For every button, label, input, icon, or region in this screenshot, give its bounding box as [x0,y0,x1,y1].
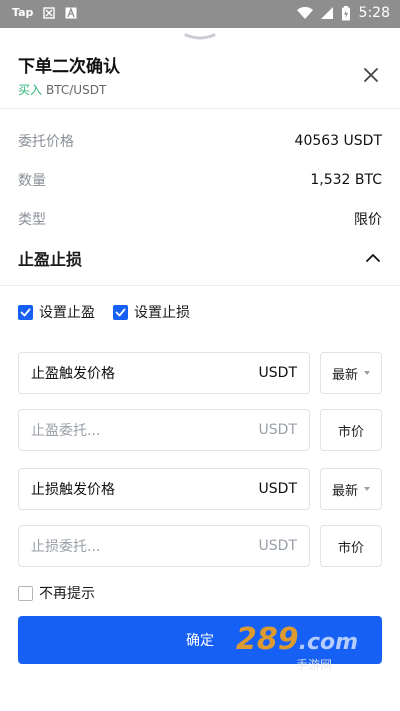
detail-value: 限价 [354,212,382,228]
status-app-label: Tap [12,6,34,19]
watermark-suffix: .com [298,630,359,655]
set-take-profit-checkbox[interactable]: 设置止盈 [18,302,95,322]
detail-label: 数量 [18,173,46,189]
tp-trigger-price-input[interactable]: 止盈触发价格 USDT [18,352,310,394]
detail-value: 40563 USDT [294,133,382,149]
tpsl-checkbox-group: 设置止盈 设置止损 [18,302,190,322]
detail-value: 1,532 BTC [310,172,382,188]
divider [0,285,400,286]
trading-pair: BTC/USDT [46,83,107,97]
tp-market-price-label: 市价 [337,424,364,440]
chevron-up-icon[interactable] [364,249,382,267]
sl-trigger-type-value: 最新 [331,483,358,499]
checkbox-checked-icon[interactable] [113,304,128,320]
close-icon[interactable] [361,65,381,85]
sl-trigger-price-input[interactable]: 止损触发价格 USDT [18,468,310,510]
no-more-prompt-label: 不再提示 [39,586,95,602]
checkbox-unchecked-icon[interactable] [18,585,33,601]
detail-row-price: 委托价格 40563 USDT [18,129,382,153]
tpsl-section-header[interactable]: 止盈止损 [18,246,382,270]
sl-trigger-label: 止损触发价格 [31,482,115,498]
checkbox-checked-icon[interactable] [18,304,33,320]
sl-order-placeholder: 止损委托... [31,539,101,555]
dropdown-arrow-icon [364,487,370,491]
tp-trigger-unit: USDT [258,365,297,381]
sl-trigger-type-select[interactable]: 最新 [320,468,382,510]
sl-trigger-unit: USDT [258,481,297,497]
order-confirm-sheet: 下单二次确认 买入 BTC/USDT 委托价格 40563 USDT 数量 1,5… [0,28,400,711]
order-side-label: 买入 [18,83,43,97]
sl-market-price-button[interactable]: 市价 [320,525,382,567]
watermark-number: 289 [236,622,299,657]
tp-market-price-button[interactable]: 市价 [320,409,382,451]
tp-trigger-type-value: 最新 [331,367,358,383]
drag-handle-icon[interactable] [184,32,216,42]
order-subtitle: 买入 BTC/USDT [18,81,106,98]
signal-icon [320,7,333,19]
no-more-prompt-checkbox[interactable]: 不再提示 [18,583,95,603]
tp-order-unit: USDT [258,422,297,438]
set-stop-loss-checkbox[interactable]: 设置止损 [113,302,190,322]
battery-icon [341,5,350,20]
set-stop-loss-label: 设置止损 [134,305,190,321]
sl-order-unit: USDT [258,538,297,554]
tp-trigger-label: 止盈触发价格 [31,366,115,382]
tp-order-placeholder: 止盈委托... [31,423,101,439]
detail-label: 委托价格 [18,134,74,150]
font-notification-icon [65,6,77,18]
divider [0,108,400,109]
detail-row-type: 类型 限价 [18,207,382,231]
tp-order-price-input[interactable]: 止盈委托... USDT [18,409,310,451]
tp-trigger-type-select[interactable]: 最新 [320,352,382,394]
set-take-profit-label: 设置止盈 [39,305,95,321]
app-notification-icon [43,6,56,19]
dropdown-arrow-icon [364,371,370,375]
sl-market-price-label: 市价 [337,540,364,556]
status-bar: Tap 5:28 [0,0,400,28]
detail-label: 类型 [18,212,46,228]
sl-order-price-input[interactable]: 止损委托... USDT [18,525,310,567]
sheet-title: 下单二次确认 [18,57,120,77]
tpsl-section-title: 止盈止损 [18,250,83,269]
wifi-icon [296,7,313,19]
watermark-logo: 289 .com 手游网 [236,622,359,672]
confirm-label: 确定 [186,633,214,649]
watermark-subtitle: 手游网 [296,658,333,672]
detail-row-quantity: 数量 1,532 BTC [18,168,382,192]
status-time: 5:28 [358,5,390,21]
